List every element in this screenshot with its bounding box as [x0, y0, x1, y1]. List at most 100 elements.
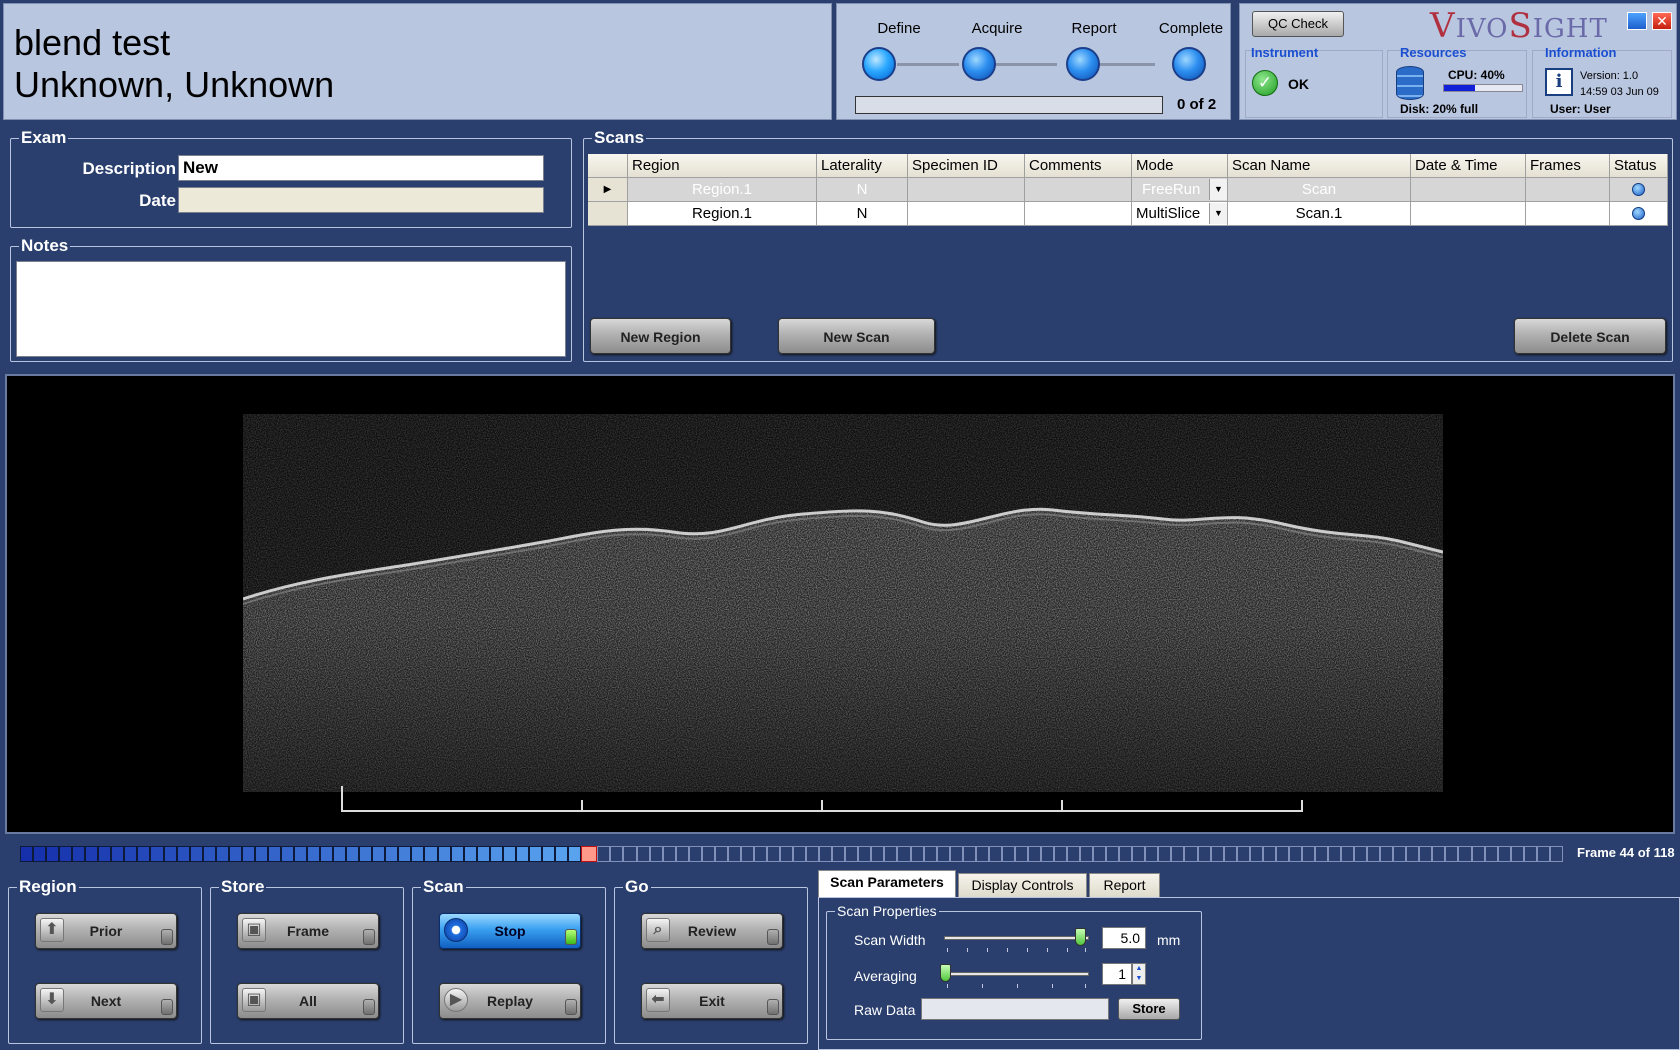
frame-cell[interactable]: [1471, 846, 1485, 862]
averaging-spinner[interactable]: ▲ ▼: [1132, 963, 1146, 985]
tab-scan-parameters[interactable]: Scan Parameters: [818, 870, 956, 898]
current-frame-marker[interactable]: [581, 846, 598, 862]
frame-cell[interactable]: [649, 846, 663, 862]
cell-specimen-id[interactable]: [908, 202, 1025, 226]
frame-cell[interactable]: [437, 846, 451, 862]
frame-cell[interactable]: [845, 846, 859, 862]
cell-mode[interactable]: MultiSlice ▼: [1132, 202, 1228, 226]
frame-cell[interactable]: [1301, 846, 1315, 862]
column-header[interactable]: Laterality: [817, 154, 908, 178]
frame-cell[interactable]: [766, 846, 781, 862]
store-frame-button[interactable]: ▣ Frame: [237, 913, 379, 949]
frame-cell[interactable]: [163, 846, 177, 862]
frame-cell[interactable]: [975, 846, 989, 862]
close-icon[interactable]: ✕: [1652, 12, 1672, 30]
frame-cell[interactable]: [476, 846, 490, 862]
frame-cell[interactable]: [1236, 846, 1250, 862]
cell-status[interactable]: [1610, 202, 1668, 226]
frame-cell[interactable]: [597, 846, 611, 862]
frame-cell[interactable]: [727, 846, 741, 862]
frame-cell[interactable]: [753, 846, 767, 862]
frame-cell[interactable]: [1549, 846, 1563, 862]
frame-cell[interactable]: [1380, 846, 1394, 862]
frame-cell[interactable]: [98, 846, 112, 862]
frame-cell[interactable]: [858, 846, 872, 862]
frame-cell[interactable]: [1314, 846, 1328, 862]
step-complete-dot[interactable]: [1172, 47, 1206, 81]
frame-cell[interactable]: [1106, 846, 1120, 862]
frame-cell[interactable]: [124, 846, 138, 862]
frame-cell[interactable]: [1419, 846, 1433, 862]
frame-cell[interactable]: [871, 846, 885, 862]
frame-cell[interactable]: [1497, 846, 1511, 862]
cell-comments[interactable]: [1025, 202, 1132, 226]
notes-textarea[interactable]: [16, 261, 566, 357]
frame-cell[interactable]: [1080, 846, 1094, 862]
frame-cell[interactable]: [1249, 846, 1263, 862]
frame-cell[interactable]: [202, 846, 216, 862]
frame-cell[interactable]: [1393, 846, 1407, 862]
frame-cell[interactable]: [636, 846, 650, 862]
step-acquire-dot[interactable]: [962, 47, 996, 81]
frame-cell[interactable]: [1432, 846, 1446, 862]
scan-width-input[interactable]: 5.0: [1102, 927, 1146, 949]
row-selector-icon[interactable]: ▶: [588, 178, 628, 202]
tab-display-controls[interactable]: Display Controls: [958, 873, 1087, 897]
new-scan-button[interactable]: New Scan: [778, 318, 935, 354]
frame-cell[interactable]: [1119, 846, 1133, 862]
frame-cell[interactable]: [1367, 846, 1381, 862]
frame-cell[interactable]: [1210, 846, 1224, 862]
cell-date-time[interactable]: [1411, 178, 1526, 202]
frame-cell[interactable]: [1054, 846, 1068, 862]
cell-specimen-id[interactable]: [908, 178, 1025, 202]
frame-cell[interactable]: [1445, 846, 1459, 862]
frame-cell[interactable]: [46, 846, 60, 862]
frame-cell[interactable]: [610, 846, 624, 862]
averaging-slider[interactable]: [944, 972, 1089, 976]
delete-scan-button[interactable]: Delete Scan: [1514, 318, 1666, 354]
frame-cell[interactable]: [241, 846, 255, 862]
frame-cell[interactable]: [714, 846, 728, 862]
frame-cell[interactable]: [1093, 846, 1107, 862]
frame-cell[interactable]: [307, 846, 321, 862]
frame-cell[interactable]: [701, 846, 715, 862]
frame-cell[interactable]: [962, 846, 976, 862]
column-header[interactable]: Scan Name: [1228, 154, 1411, 178]
frame-cell[interactable]: [688, 846, 702, 862]
frame-cell[interactable]: [150, 846, 164, 862]
exit-button[interactable]: ⬅ Exit: [641, 983, 783, 1019]
frame-cell[interactable]: [832, 846, 846, 862]
frame-cell[interactable]: [293, 846, 308, 862]
frame-cell[interactable]: [450, 846, 464, 862]
cell-scan-name[interactable]: Scan: [1228, 178, 1411, 202]
raw-data-field[interactable]: [921, 998, 1109, 1020]
frame-cell[interactable]: [988, 846, 1002, 862]
frame-cell[interactable]: [215, 846, 229, 862]
frame-cell[interactable]: [567, 846, 582, 862]
frame-cell[interactable]: [1158, 846, 1172, 862]
frame-cell[interactable]: [1510, 846, 1524, 862]
frame-cell[interactable]: [740, 846, 754, 862]
column-header[interactable]: Frames: [1526, 154, 1610, 178]
frame-cell[interactable]: [515, 846, 529, 862]
frame-cell[interactable]: [554, 846, 568, 862]
frame-cell[interactable]: [267, 846, 281, 862]
column-header[interactable]: Date & Time: [1411, 154, 1526, 178]
frame-cell[interactable]: [675, 846, 689, 862]
frame-cell[interactable]: [33, 846, 47, 862]
frame-cell[interactable]: [359, 846, 373, 862]
table-row[interactable]: ▶ Region.1 N FreeRun ▼ Scan: [588, 178, 1668, 202]
review-button[interactable]: ⌕ Review: [641, 913, 783, 949]
frame-cell[interactable]: [1275, 846, 1289, 862]
frame-cell[interactable]: [333, 846, 347, 862]
frame-cell[interactable]: [372, 846, 386, 862]
tab-report[interactable]: Report: [1089, 873, 1160, 897]
frame-cell[interactable]: [1223, 846, 1237, 862]
frame-cell[interactable]: [910, 846, 924, 862]
frame-cell[interactable]: [20, 846, 34, 862]
store-all-button[interactable]: ▣ All: [237, 983, 379, 1019]
frame-cell[interactable]: [1001, 846, 1015, 862]
frame-cell[interactable]: [189, 846, 203, 862]
frame-cell[interactable]: [897, 846, 911, 862]
cell-comments[interactable]: [1025, 178, 1132, 202]
